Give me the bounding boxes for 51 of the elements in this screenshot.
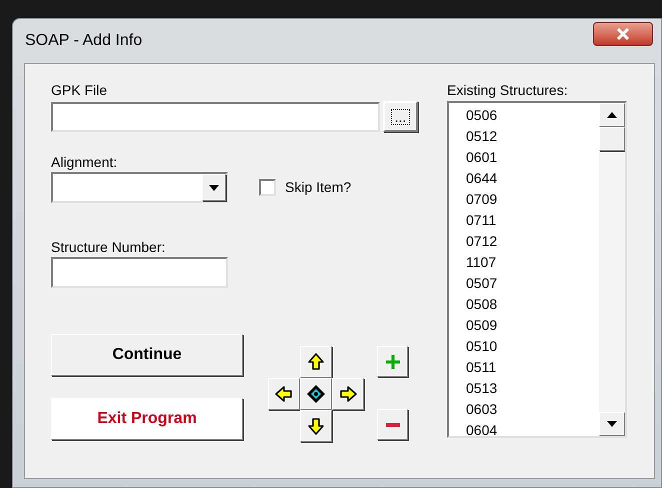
list-item[interactable]: 1107 — [466, 252, 599, 273]
list-item[interactable]: 0507 — [466, 273, 599, 294]
exit-button[interactable]: Exit Program — [51, 398, 243, 440]
list-item[interactable]: 0506 — [466, 105, 599, 126]
field-label: Structure Number: — [51, 238, 166, 257]
skip-item-checkbox[interactable] — [259, 179, 276, 196]
scrollbar[interactable] — [599, 103, 625, 436]
list-label: Existing Structures: — [447, 81, 569, 100]
dropdown-arrow-icon — [209, 184, 219, 190]
list-item[interactable]: 0601 — [466, 147, 599, 168]
structures-list[interactable]: 0506 0512 0601 0644 0709 0711 0712 1107 0507 0508 0509 0510 0511 0513 0603 0604 — [447, 101, 627, 438]
plus-icon — [384, 354, 400, 370]
list-item[interactable]: 0709 — [466, 189, 599, 210]
list-item[interactable]: 0512 — [466, 126, 599, 147]
add-button[interactable] — [377, 346, 408, 377]
scroll-down-icon — [607, 421, 617, 427]
list-item[interactable]: 0511 — [466, 357, 599, 378]
list-item[interactable]: 0508 — [466, 294, 599, 315]
scroll-thumb[interactable] — [599, 127, 625, 151]
diamond-icon — [306, 384, 326, 404]
move-left-button[interactable] — [268, 378, 300, 410]
list-item[interactable]: 0604 — [466, 420, 599, 436]
list-item[interactable]: 0513 — [466, 378, 599, 399]
center-button[interactable] — [300, 378, 332, 410]
checkbox-label: Skip Item? — [285, 178, 352, 197]
gpk-file-field[interactable] — [51, 102, 380, 132]
close-icon — [616, 28, 630, 40]
list-item[interactable]: 0510 — [466, 336, 599, 357]
list-item[interactable]: 0712 — [466, 231, 599, 252]
field-label: GPK File — [51, 81, 108, 100]
alignment-dropdown[interactable] — [51, 172, 228, 203]
move-down-button[interactable] — [300, 410, 332, 442]
list-item[interactable]: 0711 — [466, 210, 599, 231]
list-item[interactable]: 0509 — [466, 315, 599, 336]
scroll-up-icon — [607, 112, 617, 118]
window-title: SOAP - Add Info — [25, 31, 142, 51]
field-label: Alignment: — [51, 153, 118, 172]
browse-button[interactable]: ... — [383, 101, 418, 132]
structure-number-field[interactable] — [51, 257, 228, 288]
move-right-button[interactable] — [332, 378, 364, 410]
move-up-button[interactable] — [300, 346, 332, 378]
continue-button[interactable]: Continue — [51, 334, 243, 376]
list-item[interactable]: 0603 — [466, 399, 599, 420]
arrow-left-icon — [275, 385, 293, 403]
arrow-down-icon — [307, 417, 325, 435]
arrow-right-icon — [339, 385, 357, 403]
minus-icon — [384, 422, 400, 428]
arrow-up-icon — [307, 353, 325, 371]
list-item[interactable]: 0644 — [466, 168, 599, 189]
close-button[interactable] — [593, 22, 653, 46]
remove-button[interactable] — [377, 409, 408, 440]
